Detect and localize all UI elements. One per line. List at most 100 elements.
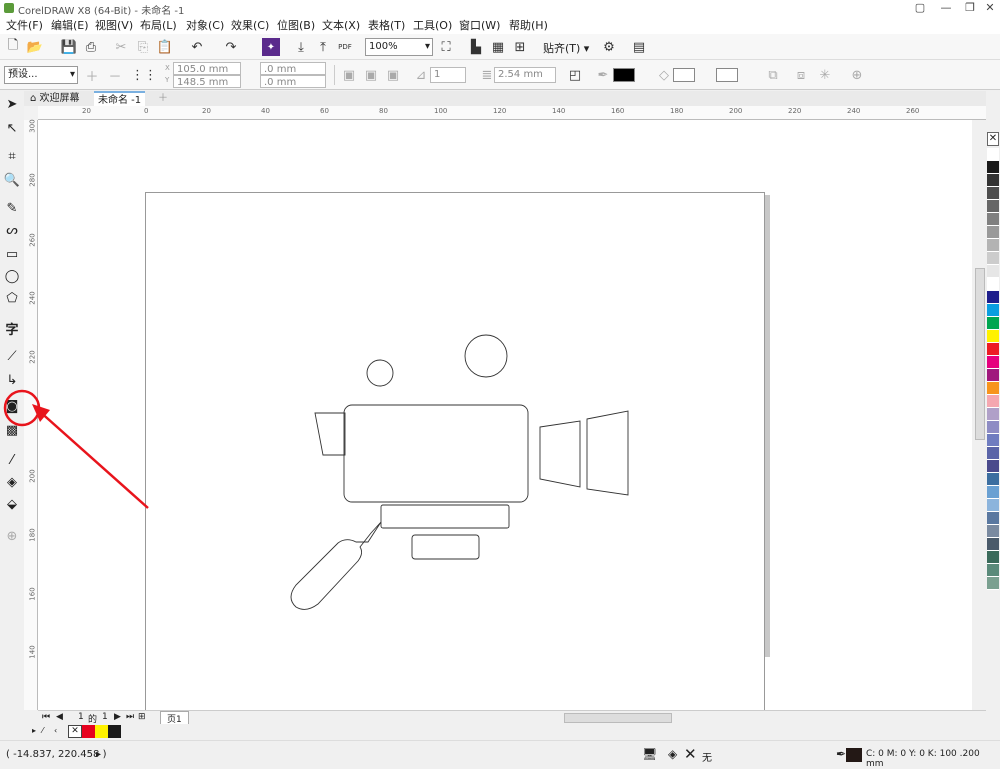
fill-color-swatch[interactable] [673,68,695,82]
handle-shape[interactable] [290,521,382,610]
palette-swatch[interactable] [987,395,999,408]
palette-swatch[interactable] [987,317,999,330]
ellipse-tool-icon[interactable]: ◯ [3,267,21,285]
crop-tool-icon[interactable]: ⌗ [3,147,21,165]
show-rulers-icon[interactable]: ▙ [467,38,485,56]
first-page-icon[interactable]: ⏮ [42,712,50,722]
palette-swatch[interactable] [987,499,999,512]
menu-layout[interactable]: 布局(L) [140,17,177,33]
palette-swatch[interactable] [987,161,999,174]
zoom-level-dropdown[interactable]: 100% ▾ [365,38,433,56]
offset-y-field[interactable]: .0 mm [260,75,326,88]
palette-swatch[interactable] [987,356,999,369]
palette-swatch[interactable] [987,239,999,252]
gradient-color-swatch[interactable] [716,68,738,82]
doc-no-color-icon[interactable]: ✕ [68,725,82,738]
palette-menu-icon[interactable]: ▸ [32,726,36,735]
undo-icon[interactable]: ↶ [188,38,206,56]
close-button[interactable]: ✕ [978,0,1000,16]
base-plate-shape[interactable] [380,504,510,529]
rectangle-tool-icon[interactable]: ▭ [3,245,21,263]
palette-swatch[interactable] [987,408,999,421]
ruler-origin[interactable] [24,106,38,120]
palette-swatch[interactable] [987,343,999,356]
show-guidelines-icon[interactable]: ⊞ [511,38,529,56]
palette-swatch[interactable] [987,252,999,265]
clear-contour-icon[interactable]: ⧈ [792,66,810,84]
doc-palette-swatch[interactable] [82,725,95,738]
outside-contour-icon[interactable]: ▣ [362,66,380,84]
menu-edit[interactable]: 编辑(E) [51,17,89,33]
import-icon[interactable]: ⤓ [292,38,310,56]
color-proof-icon[interactable]: 🖥 [642,747,657,761]
palette-swatch[interactable] [987,226,999,239]
menu-window[interactable]: 窗口(W) [459,17,500,33]
to-center-icon[interactable]: ▣ [384,66,402,84]
print-icon[interactable]: ⎙ [82,38,100,56]
palette-swatch[interactable] [987,447,999,460]
zoom-tool-icon[interactable]: 🔍 [3,171,21,189]
export-icon[interactable]: ⤒ [314,38,332,56]
preset-dropdown[interactable]: 预设... ▾ [4,66,78,84]
palette-swatch[interactable] [987,434,999,447]
palette-swatch[interactable] [987,538,999,551]
freehand-tool-icon[interactable]: ✎ [3,199,21,217]
palette-swatch[interactable] [987,187,999,200]
redo-icon[interactable]: ↷ [222,38,240,56]
shape-tool-icon[interactable]: ↖ [3,119,21,137]
break-apart-icon[interactable]: ✳ [816,66,834,84]
palette-swatch[interactable] [987,265,999,278]
outline-color-swatch[interactable] [613,68,635,82]
parallel-dimension-icon[interactable]: ⟋ [3,347,21,365]
palette-swatch[interactable] [987,369,999,382]
publish-pdf-icon[interactable]: PDF [336,38,354,56]
menu-text[interactable]: 文本(X) [322,17,360,33]
full-screen-icon[interactable]: ⛶ [437,38,455,56]
side-panel-right-shape[interactable] [586,410,629,496]
tab-document[interactable]: 未命名 -1 [94,91,146,106]
palette-swatch[interactable] [987,473,999,486]
add-preset-icon[interactable]: ＋ [83,66,101,85]
save-icon[interactable]: 💾 [60,38,78,56]
menu-tools[interactable]: 工具(O) [413,17,452,33]
search-content-icon[interactable]: ✦ [262,38,280,56]
new-document-icon[interactable]: 🗋 [4,38,22,56]
palette-swatch[interactable] [987,577,999,590]
minimize-button[interactable]: — [934,0,958,16]
palette-swatch[interactable] [987,564,999,577]
camera-body-shape[interactable] [343,404,529,503]
text-tool-icon[interactable]: 字 [3,319,21,338]
add-icon[interactable]: ⊕ [848,66,866,84]
menu-effects[interactable]: 效果(C) [231,17,269,33]
artistic-media-icon[interactable]: ᔕ [3,221,21,239]
menu-file[interactable]: 文件(F) [6,17,43,33]
scroll-thumb[interactable] [975,268,985,440]
contour-corners-icon[interactable]: ◰ [566,66,584,84]
copy-icon[interactable]: ⎘ [134,38,152,56]
menu-object[interactable]: 对象(C) [186,17,224,33]
vertical-scrollbar[interactable] [972,120,986,710]
menu-table[interactable]: 表格(T) [368,17,405,33]
next-page-icon[interactable]: ▶ [114,712,121,722]
height-field[interactable]: 148.5 mm [173,75,241,88]
no-color-swatch-icon[interactable]: ✕ [987,132,999,146]
drawing-canvas[interactable] [38,120,986,722]
doc-palette-swatch[interactable] [108,725,121,738]
palette-swatch[interactable] [987,330,999,343]
expand-icon[interactable]: ▸ [96,749,101,760]
menu-view[interactable]: 视图(V) [95,17,133,33]
small-circle-shape[interactable] [366,359,394,387]
menu-bitmaps[interactable]: 位图(B) [277,17,315,33]
palette-swatch[interactable] [987,174,999,187]
paste-icon[interactable]: 📋 [156,38,174,56]
eyedropper-icon[interactable]: ⁄ [42,726,43,735]
palette-swatch[interactable] [987,304,999,317]
profile-icon[interactable]: ▢ [908,0,932,16]
horizontal-ruler[interactable]: 20 0 20 40 60 80 100 120 140 160 180 200… [38,106,986,120]
palette-swatch[interactable] [987,421,999,434]
add-page-icon[interactable]: ⊞ [138,712,146,722]
offset-x-field[interactable]: .0 mm [260,62,326,75]
battery-shape[interactable] [411,534,480,560]
palette-swatch[interactable] [987,382,999,395]
new-tab-icon[interactable]: ＋ [154,91,172,106]
